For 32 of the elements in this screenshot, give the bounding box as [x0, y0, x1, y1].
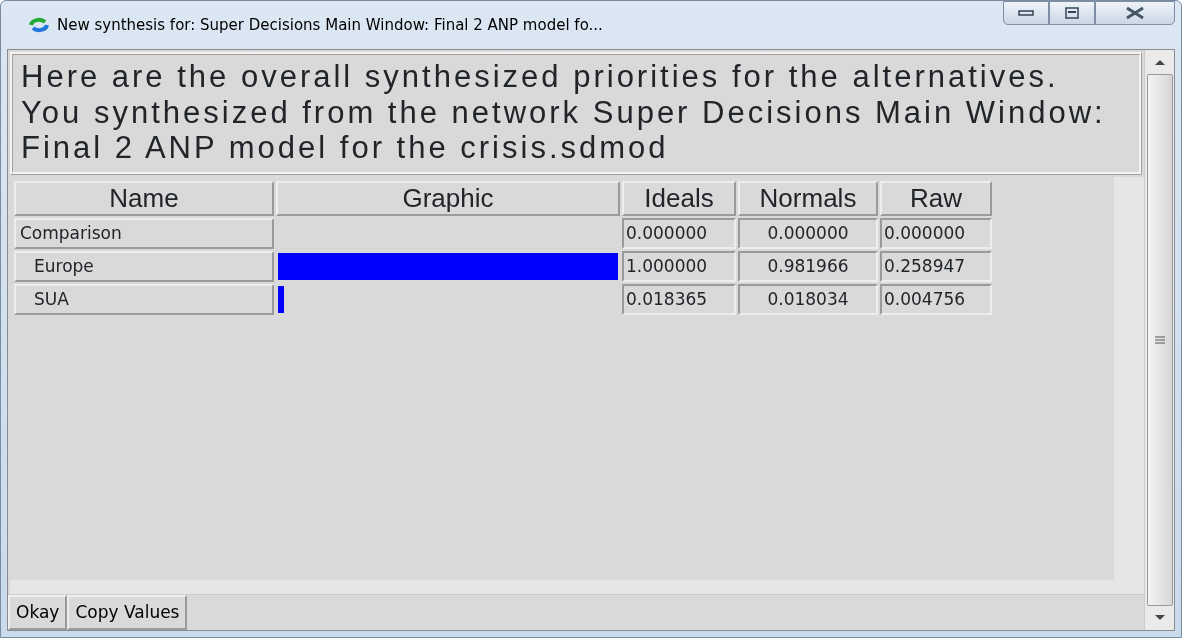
- message-text: Here are the overall synthesized priorities for the alternatives. You synthesized from the network Super Decisions Main Window: Final 2 ANP model for the crisis.sdmod: [10, 52, 1142, 175]
- close-icon: [1124, 6, 1146, 20]
- column-header: Raw: [880, 180, 992, 216]
- app-icon: [29, 17, 49, 33]
- column-header: Normals: [738, 180, 878, 216]
- action-button[interactable]: Copy Values: [67, 594, 188, 630]
- table-cell: 0.981966: [738, 250, 878, 282]
- scroll-down-icon[interactable]: [1153, 614, 1166, 622]
- table-cell: 0.004756: [880, 283, 992, 315]
- minimize-button[interactable]: [1003, 1, 1049, 25]
- column-header: Name: [14, 180, 274, 216]
- table-cell: 0.258947: [880, 250, 992, 282]
- scroll-up-icon[interactable]: [1153, 58, 1166, 66]
- table-cell: 0.000000: [622, 217, 736, 249]
- table-cell: 1.000000: [622, 250, 736, 282]
- maximize-button[interactable]: [1049, 1, 1095, 25]
- action-button[interactable]: Okay: [8, 594, 68, 630]
- table-cell: 0.000000: [880, 217, 992, 249]
- table-cell: 0.018034: [738, 283, 878, 315]
- scrollbar-thumb[interactable]: [1146, 74, 1173, 606]
- table-cell: 0.018365: [622, 283, 736, 315]
- table-cell: SUA: [14, 283, 274, 315]
- close-button[interactable]: [1095, 1, 1175, 25]
- column-header: Ideals: [622, 180, 736, 216]
- window-title: New synthesis for: Super Decisions Main Window: Final 2 ANP model fo...: [57, 14, 603, 36]
- minimize-icon: [1018, 9, 1034, 17]
- table-cell: Europe: [14, 250, 274, 282]
- table-cell: Comparison: [14, 217, 274, 249]
- maximize-icon: [1064, 7, 1080, 19]
- priority-bar: [278, 285, 285, 313]
- table-cell: 0.000000: [738, 217, 878, 249]
- column-header: Graphic: [276, 180, 620, 216]
